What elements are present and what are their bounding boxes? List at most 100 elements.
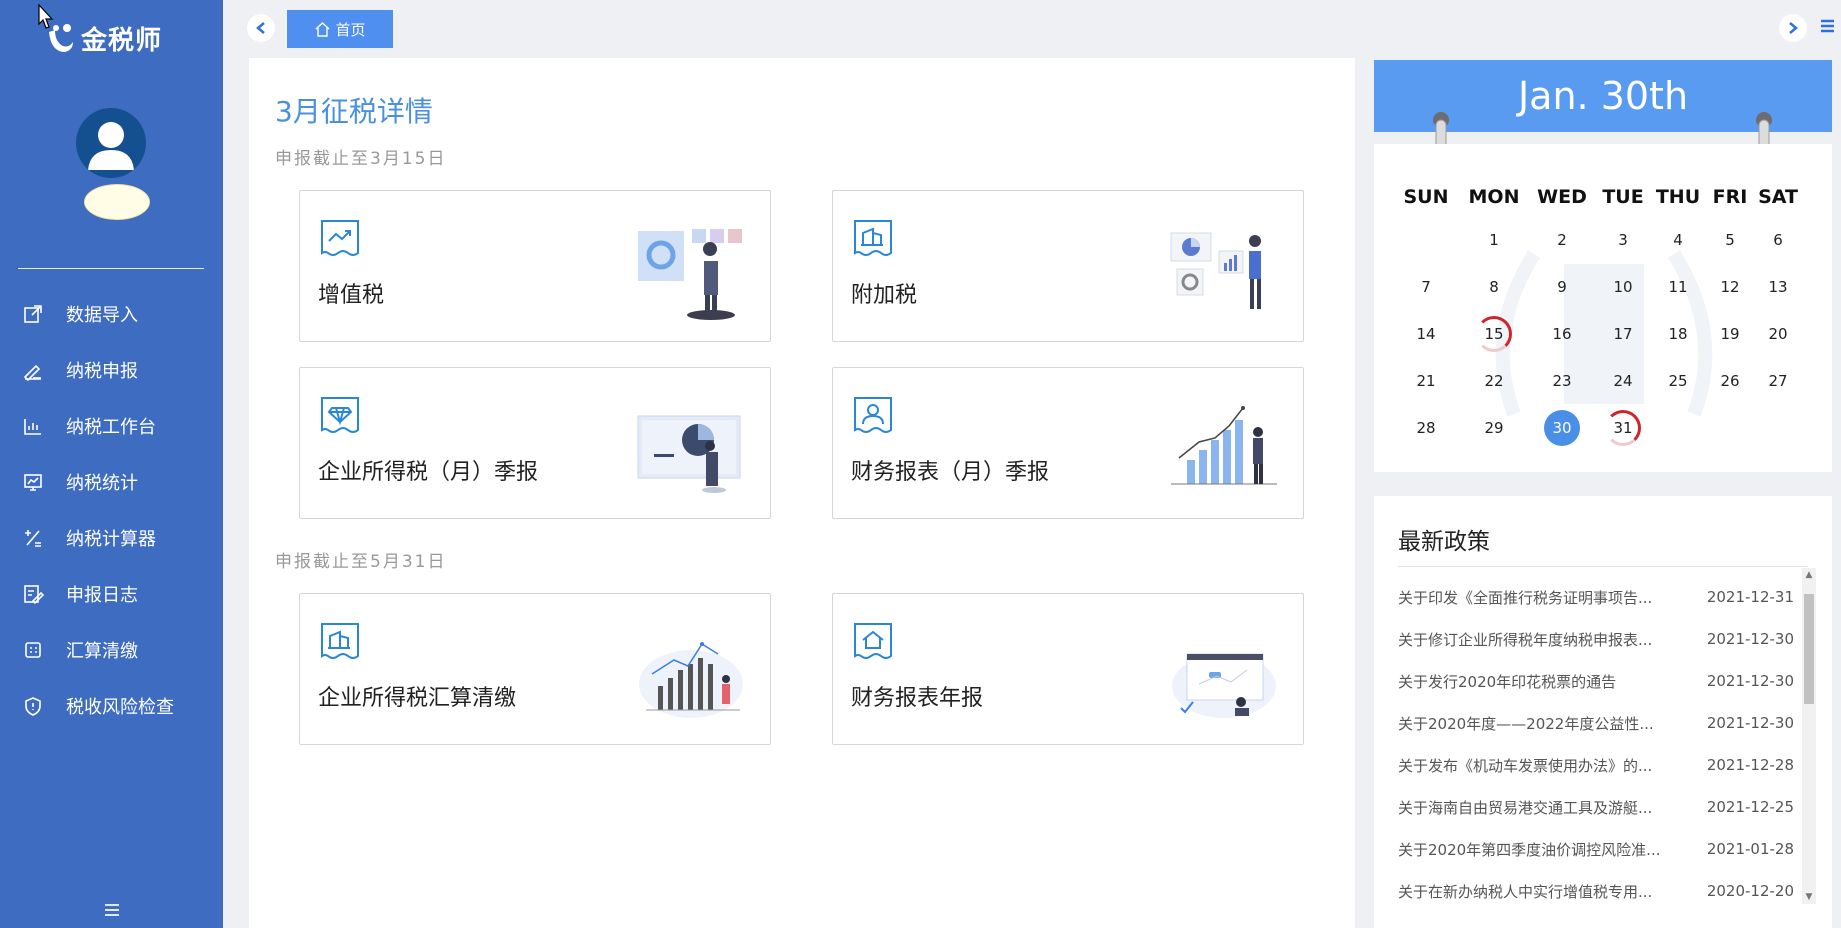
calendar-day[interactable]: 21 bbox=[1390, 357, 1462, 404]
calendar-day[interactable]: 23 bbox=[1526, 357, 1598, 404]
list-item[interactable]: 关于在新办纳税人中实行增值税专用... 2020-12-20 bbox=[1398, 870, 1794, 912]
sidebar-item-risk-check[interactable]: 税收风险检查 bbox=[0, 678, 223, 734]
calendar-day-number: 8 bbox=[1489, 277, 1499, 296]
calendar-day[interactable]: 10 bbox=[1598, 263, 1648, 310]
policy-date: 2021-12-30 bbox=[1706, 714, 1794, 732]
list-item[interactable]: 关于2020年度——2022年度公益性... 2021-12-30 bbox=[1398, 702, 1794, 744]
tab-scroll-right-button[interactable] bbox=[1779, 14, 1807, 42]
policy-list: 关于印发《全面推行税务证明事项告... 2021-12-31 关于修订企业所得税年… bbox=[1398, 576, 1794, 912]
tab-home[interactable]: 首页 bbox=[287, 10, 393, 48]
card-financial-statement-annual[interactable]: 财务报表年报 bbox=[832, 593, 1304, 745]
card-financial-statement-quarterly[interactable]: 财务报表（月）季报 bbox=[832, 367, 1304, 519]
list-item[interactable]: 关于海南自由贸易港交通工具及游艇... 2021-12-25 bbox=[1398, 786, 1794, 828]
calendar-day[interactable]: 18 bbox=[1648, 310, 1708, 357]
calendar-day[interactable]: 9 bbox=[1526, 263, 1598, 310]
scroll-up-icon[interactable]: ▲ bbox=[1804, 570, 1814, 580]
sidebar-item-tax-statistics[interactable]: 纳税统计 bbox=[0, 454, 223, 510]
list-item[interactable]: 关于修订企业所得税年度纳税申报表... 2021-12-30 bbox=[1398, 618, 1794, 660]
policy-text: 关于修订企业所得税年度纳税申报表... bbox=[1398, 630, 1653, 649]
calendar-day[interactable]: 20 bbox=[1752, 310, 1804, 357]
calendar-day[interactable]: 30 bbox=[1526, 404, 1598, 451]
sidebar-divider bbox=[18, 268, 204, 269]
weekday-label: SUN bbox=[1403, 186, 1449, 208]
import-icon bbox=[22, 303, 44, 325]
policy-date: 2021-12-30 bbox=[1706, 630, 1794, 648]
calendar-day[interactable]: 25 bbox=[1648, 357, 1708, 404]
calendar: SUN MON WED TUE THU FRI SAT 1 2 3 4 5 6 7 8 9 10 1… bbox=[1374, 144, 1832, 472]
policy-text: 关于发行2020年印花税票的通告 bbox=[1398, 672, 1617, 691]
card-label: 增值税 bbox=[318, 283, 385, 308]
calendar-day[interactable]: 26 bbox=[1708, 357, 1752, 404]
calendar-day-number: 23 bbox=[1552, 371, 1572, 390]
username-badge bbox=[84, 184, 150, 220]
list-item[interactable]: 关于发行2020年印花税票的通告 2021-12-30 bbox=[1398, 660, 1794, 702]
calendar-day[interactable]: 1 bbox=[1462, 216, 1526, 263]
calendar-day[interactable]: 24 bbox=[1598, 357, 1648, 404]
calendar-day-number: 14 bbox=[1416, 324, 1436, 343]
calendar-day[interactable]: 29 bbox=[1462, 404, 1526, 451]
tab-scroll-left-button[interactable] bbox=[247, 14, 275, 42]
scrollbar-thumb[interactable] bbox=[1804, 594, 1814, 704]
list-item[interactable]: 关于2020年第四季度油价调控风险准... 2021-01-28 bbox=[1398, 828, 1794, 870]
calendar-day-number: 15 bbox=[1476, 315, 1512, 352]
policy-text: 关于2020年第四季度油价调控风险准... bbox=[1398, 840, 1661, 859]
calendar-day[interactable]: 13 bbox=[1752, 263, 1804, 310]
policy-text: 关于海南自由贸易港交通工具及游艇... bbox=[1398, 798, 1653, 817]
logo[interactable]: 金税师 bbox=[45, 20, 162, 57]
calendar-day[interactable]: 8 bbox=[1462, 263, 1526, 310]
calendar-day-number: 4 bbox=[1673, 230, 1683, 249]
sidebar-item-tax-calculator[interactable]: 纳税计算器 bbox=[0, 510, 223, 566]
calendar-day[interactable]: 16 bbox=[1526, 310, 1598, 357]
calendar-day-number: 9 bbox=[1557, 277, 1567, 296]
mouse-cursor-icon bbox=[38, 4, 54, 29]
sidebar-item-filing-log[interactable]: 申报日志 bbox=[0, 566, 223, 622]
person-doc-icon bbox=[851, 394, 895, 438]
calendar-day[interactable]: 22 bbox=[1462, 357, 1526, 404]
calendar-day[interactable]: 28 bbox=[1390, 404, 1462, 451]
card-vat[interactable]: 增值税 bbox=[299, 190, 771, 342]
calendar-day[interactable]: 3 bbox=[1598, 216, 1648, 263]
list-item[interactable]: 关于印发《全面推行税务证明事项告... 2021-12-31 bbox=[1398, 576, 1794, 618]
policy-scrollbar[interactable]: ▲ ▼ bbox=[1802, 568, 1816, 904]
calendar-day[interactable]: 6 bbox=[1752, 216, 1804, 263]
calendar-day[interactable]: 19 bbox=[1708, 310, 1752, 357]
calendar-weeks: 1 2 3 4 5 6 7 8 9 10 11 12 13 14 15 16 17 18 19 20 21 22 23 24 2… bbox=[1390, 216, 1820, 451]
sidebar-item-tax-filing[interactable]: 纳税申报 bbox=[0, 342, 223, 398]
calendar-week-row: 7 8 9 10 11 12 13 bbox=[1390, 263, 1820, 310]
card-surtax[interactable]: 附加税 bbox=[832, 190, 1304, 342]
shield-icon bbox=[22, 695, 44, 717]
sidebar-item-tax-workbench[interactable]: 纳税工作台 bbox=[0, 398, 223, 454]
collapse-menu-icon[interactable] bbox=[103, 902, 121, 918]
calendar-day[interactable]: 2 bbox=[1526, 216, 1598, 263]
scroll-down-icon[interactable]: ▼ bbox=[1804, 892, 1814, 902]
avatar[interactable] bbox=[76, 108, 146, 178]
calendar-empty-day bbox=[1708, 404, 1752, 451]
calendar-day[interactable]: 31 bbox=[1598, 404, 1648, 451]
sidebar-item-data-import[interactable]: 数据导入 bbox=[0, 286, 223, 342]
edit-pen-icon bbox=[22, 359, 44, 382]
sidebar-item-label: 纳税计算器 bbox=[66, 529, 156, 550]
calendar-day[interactable]: 15 bbox=[1462, 310, 1526, 357]
more-menu-icon[interactable] bbox=[1817, 16, 1837, 36]
calendar-day[interactable]: 12 bbox=[1708, 263, 1752, 310]
weekday-label: WED bbox=[1537, 186, 1587, 208]
calendar-day[interactable]: 5 bbox=[1708, 216, 1752, 263]
calendar-empty-day bbox=[1752, 404, 1804, 451]
card-corporate-income-tax-settlement[interactable]: 企业所得税汇算清缴 bbox=[299, 593, 771, 745]
card-corporate-income-tax-quarterly[interactable]: 企业所得税（月）季报 bbox=[299, 367, 771, 519]
card-label: 企业所得税汇算清缴 bbox=[318, 686, 517, 711]
sidebar-item-settlement[interactable]: 汇算清缴 bbox=[0, 622, 223, 678]
calendar-day[interactable]: 14 bbox=[1390, 310, 1462, 357]
calendar-day[interactable]: 17 bbox=[1598, 310, 1648, 357]
calendar-day[interactable]: 4 bbox=[1648, 216, 1708, 263]
policy-date: 2021-12-31 bbox=[1706, 588, 1794, 606]
policy-title: 最新政策 bbox=[1398, 529, 1490, 555]
sidebar-item-label: 申报日志 bbox=[66, 585, 138, 606]
list-item[interactable]: 关于发布《机动车发票使用办法》的... 2021-12-28 bbox=[1398, 744, 1794, 786]
calendar-day[interactable]: 11 bbox=[1648, 263, 1708, 310]
calendar-day[interactable]: 7 bbox=[1390, 263, 1462, 310]
dashboard-illustration bbox=[1169, 624, 1279, 724]
calendar-day[interactable]: 27 bbox=[1752, 357, 1804, 404]
calendar-day-number: 21 bbox=[1416, 371, 1436, 390]
calendar-day-number bbox=[1660, 410, 1696, 446]
